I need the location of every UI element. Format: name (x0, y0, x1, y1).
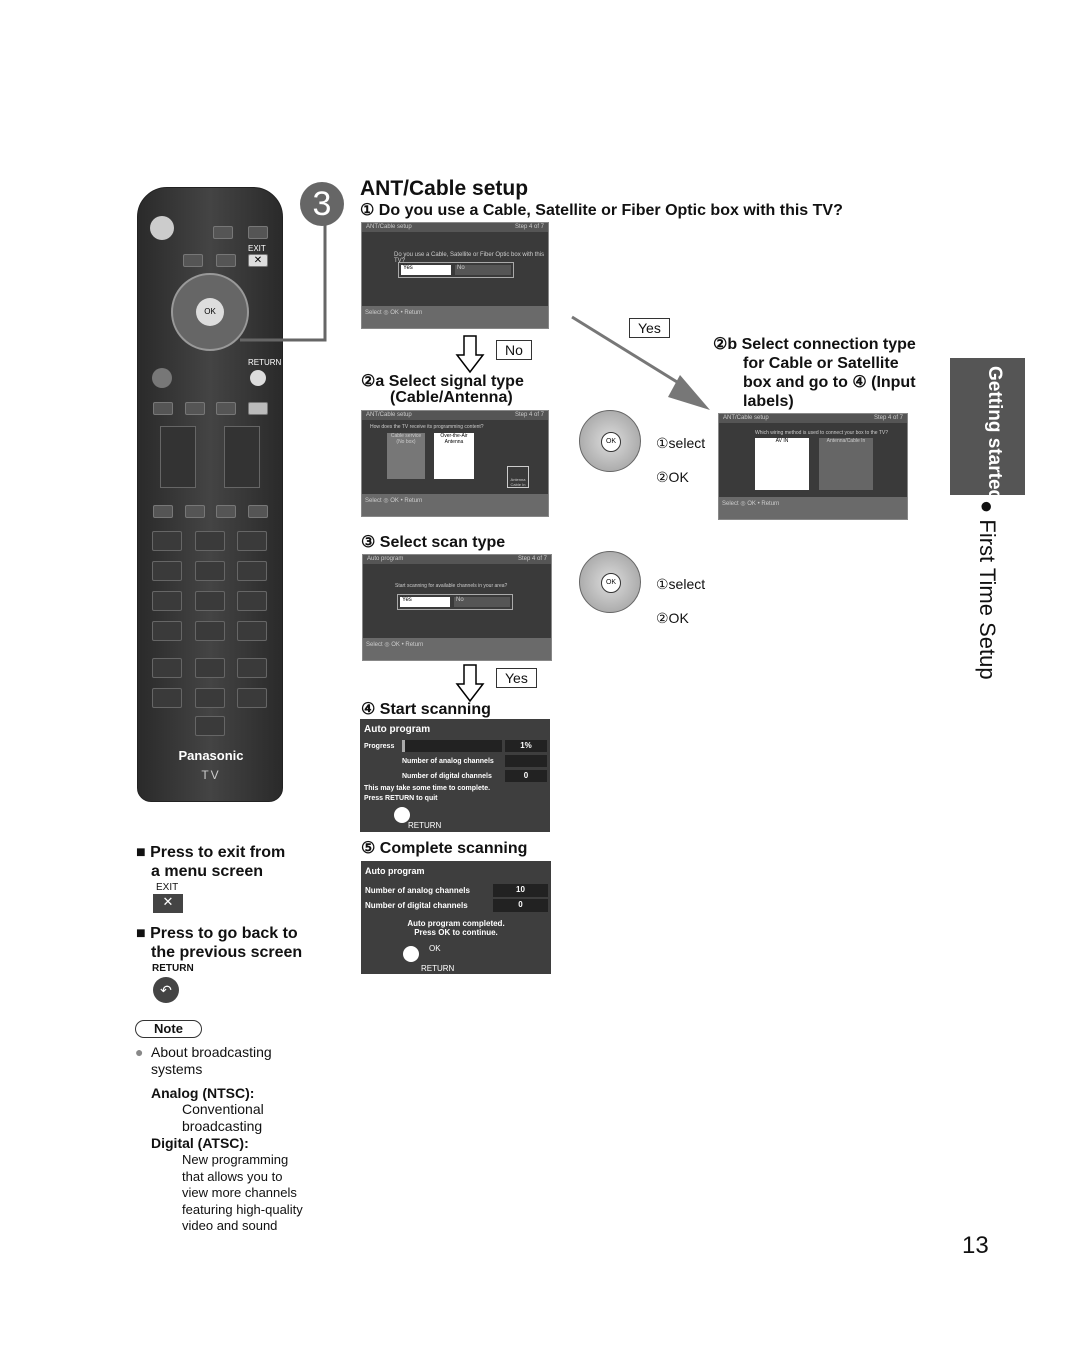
select-hint: ①select (656, 576, 706, 592)
no-label: No (496, 340, 532, 360)
step-4-heading: ④ Start scanning (361, 701, 491, 718)
section-title: ● First Time Setup (975, 500, 1000, 680)
dpad-icon (403, 946, 419, 962)
digital-text: New programming that allows you to view … (182, 1152, 303, 1234)
question-heading: ① Do you use a Cable, Satellite or Fiber… (360, 202, 843, 219)
antenna-option[interactable]: Over-the-Air Antenna (434, 433, 474, 479)
remote-tv-label: TV (201, 768, 221, 782)
return-icon: ↶ (153, 977, 179, 1003)
brand-logo: Panasonic (178, 748, 244, 763)
note-badge: Note (135, 1020, 202, 1038)
return-instruction: ■ Press to go back to the previous screen (136, 925, 303, 961)
return-button-label: RETURN (152, 963, 194, 974)
yes-option[interactable]: Yes (401, 265, 451, 275)
page-title: ANT/Cable setup (360, 177, 529, 200)
down-arrow-icon (455, 664, 485, 703)
yes-label: Yes (496, 668, 537, 688)
auto-program-progress-panel: Auto program Progress 1% Number of analo… (360, 719, 550, 832)
no-option[interactable]: No (455, 265, 511, 275)
cable-service-option[interactable]: Cable service (No box) (387, 433, 425, 479)
yes-label: Yes (629, 318, 670, 338)
step-2a-subheading: (Cable/Antenna) (390, 389, 513, 406)
antenna-cable-in-option[interactable]: Antenna/Cable In (819, 438, 873, 490)
about-broadcasting: About broadcasting systems (151, 1044, 272, 1077)
exit-icon: ✕ (153, 894, 183, 913)
yes-option[interactable]: Yes (400, 597, 450, 607)
ok-hint: ②OK (656, 610, 689, 626)
cable-box-question-screen: ANT/Cable setup Step 4 of 7 Do you use a … (361, 222, 549, 329)
bullet-icon: ● (135, 1044, 144, 1060)
digital-heading: Digital (ATSC): (151, 1135, 249, 1151)
connector-line (240, 205, 327, 342)
remote-ok-label: OK (196, 298, 224, 326)
power-button-icon (150, 216, 174, 240)
exit-instruction: ■ Press to exit from a menu screen (136, 844, 286, 880)
signal-type-screen: ANT/Cable setup Step 4 of 7 How does the … (361, 410, 549, 517)
no-option[interactable]: No (454, 597, 510, 607)
progress-bar (402, 740, 502, 752)
connection-type-screen: ANT/Cable setup Step 4 of 7 Which wiring … (718, 413, 908, 520)
scan-type-screen: Auto program Step 4 of 7 Start scanning f… (362, 554, 552, 661)
analog-text: Conventional broadcasting (182, 1101, 264, 1134)
dpad-icon: OK (579, 551, 641, 613)
av-in-option[interactable]: AV IN (755, 438, 809, 490)
section-tab: Getting started (950, 358, 1025, 501)
page-number: 13 (962, 1232, 989, 1259)
step-5-heading: ⑤ Complete scanning (361, 840, 528, 857)
step-2a-heading: ②a Select signal type (361, 373, 524, 390)
step-3-heading: ③ Select scan type (361, 534, 506, 551)
dpad-icon: OK (579, 410, 641, 472)
step-2b-heading: ②b Select connection type for Cable or Sa… (713, 336, 916, 410)
down-arrow-icon (455, 335, 485, 374)
select-hint: ①select (656, 435, 706, 451)
exit-button-label: EXIT (156, 882, 179, 893)
step-number-badge: 3 (300, 182, 344, 226)
analog-heading: Analog (NTSC): (151, 1085, 255, 1101)
remote-return-label: RETURN (248, 358, 282, 367)
ok-hint: ②OK (656, 469, 689, 485)
auto-program-complete-panel: Auto program Number of analog channels 1… (361, 861, 551, 974)
